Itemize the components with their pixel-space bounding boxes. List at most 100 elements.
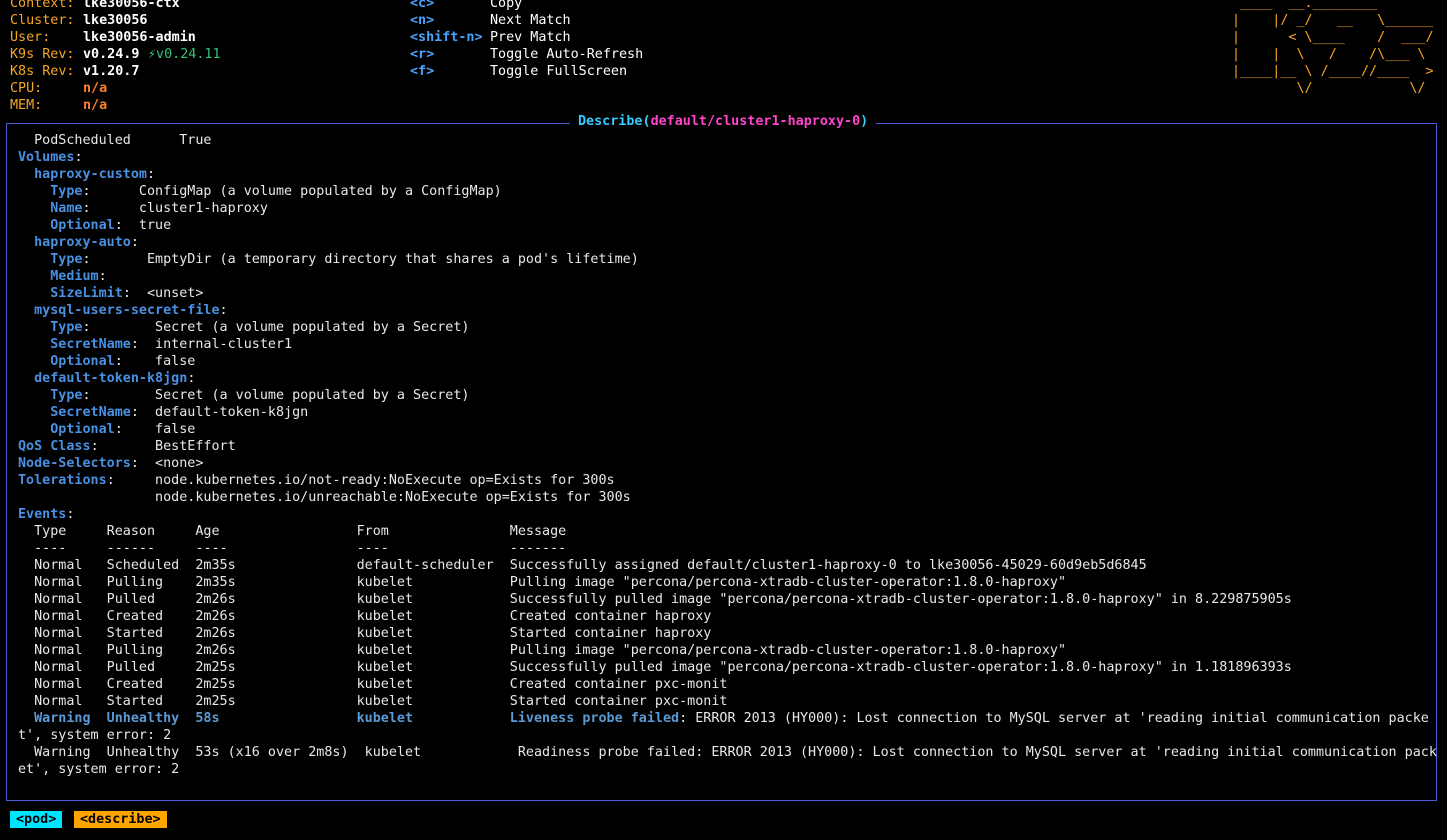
describe-text: : internal-cluster1 bbox=[130, 337, 293, 352]
describe-line: Volumes: bbox=[18, 149, 83, 166]
k9s-logo: ____ __.________ | |/ _/ __ \______ | < … bbox=[1232, 0, 1434, 96]
cluster-info-row: Context: lke30056-ctx bbox=[10, 0, 180, 12]
describe-text: : ERROR 2013 (HY000): Lost connection to… bbox=[679, 711, 1429, 726]
describe-text: : BestEffort bbox=[90, 439, 236, 454]
describe-text: Warning Unhealthy 53s (x16 over 2m8s) ku… bbox=[18, 745, 1437, 760]
cluster-info-row: Cluster: lke30056 bbox=[10, 12, 148, 29]
describe-line: Warning Unhealthy 53s (x16 over 2m8s) ku… bbox=[18, 744, 1437, 761]
cluster-info-row: K9s Rev: v0.24.9 ⚡v0.24.11 bbox=[10, 46, 221, 63]
cluster-info-label: Cluster: bbox=[10, 13, 75, 28]
update-available-badge: ⚡v0.24.11 bbox=[148, 47, 221, 62]
cluster-info-row: K8s Rev: v1.20.7 bbox=[10, 63, 139, 80]
hotkey-item[interactable]: <f> Toggle FullScreen bbox=[410, 63, 627, 80]
cluster-info-value: v1.20.7 bbox=[83, 64, 140, 79]
describe-line: Normal Created 2m26s kubelet Created con… bbox=[18, 608, 711, 625]
describe-text: Normal Scheduled 2m35s default-scheduler… bbox=[18, 558, 1147, 573]
describe-line: Type: Secret (a volume populated by a Se… bbox=[18, 387, 469, 404]
hotkey-item[interactable]: <n> Next Match bbox=[410, 12, 571, 29]
describe-key: default-token-k8jgn bbox=[18, 371, 188, 386]
cluster-info-row: MEM: n/a bbox=[10, 97, 107, 114]
describe-key: Optional bbox=[18, 354, 115, 369]
describe-text: : node.kubernetes.io/not-ready:NoExecute… bbox=[106, 473, 615, 488]
hotkey-key: <f> bbox=[410, 64, 435, 79]
cluster-info-value: n/a bbox=[83, 81, 108, 96]
cluster-info-label: CPU: bbox=[10, 81, 43, 96]
describe-line: SizeLimit: <unset> bbox=[18, 285, 203, 302]
describe-text: ---- ------ ---- ---- ------- bbox=[18, 541, 567, 556]
describe-line: Optional: false bbox=[18, 421, 195, 438]
describe-text: : <none> bbox=[130, 456, 204, 471]
describe-text: Normal Started 2m25s kubelet Started con… bbox=[18, 694, 728, 709]
cluster-info-value: n/a bbox=[83, 98, 108, 113]
describe-key: Volumes bbox=[18, 150, 75, 165]
cluster-info-value: v0.24.9 bbox=[83, 47, 140, 62]
cluster-info-label: Context: bbox=[10, 0, 75, 11]
describe-text: PodScheduled True bbox=[18, 133, 212, 148]
describe-line: Optional: true bbox=[18, 217, 171, 234]
describe-key: SecretName bbox=[18, 337, 131, 352]
cluster-info-value: lke30056-admin bbox=[83, 30, 196, 45]
describe-line: Type: ConfigMap (a volume populated by a… bbox=[18, 183, 502, 200]
describe-text: : false bbox=[114, 354, 196, 369]
describe-line: mysql-users-secret-file: bbox=[18, 302, 228, 319]
hotkey-description: Next Match bbox=[490, 13, 571, 28]
describe-text: : ConfigMap (a volume populated by a Con… bbox=[82, 184, 502, 199]
describe-key: Medium bbox=[18, 269, 99, 284]
breadcrumb-item[interactable]: <pod> bbox=[10, 811, 63, 828]
hotkey-description: Prev Match bbox=[490, 30, 571, 45]
describe-line: Normal Scheduled 2m35s default-scheduler… bbox=[18, 557, 1147, 574]
breadcrumb-item[interactable]: <describe> bbox=[74, 811, 167, 828]
describe-text: Normal Pulled 2m26s kubelet Successfully… bbox=[18, 592, 1292, 607]
cluster-info-label: MEM: bbox=[10, 98, 43, 113]
describe-line: Normal Pulling 2m26s kubelet Pulling ima… bbox=[18, 642, 1066, 659]
describe-key: Name bbox=[18, 201, 83, 216]
describe-text: Type Reason Age From Message bbox=[18, 524, 567, 539]
describe-line: Normal Pulled 2m25s kubelet Successfully… bbox=[18, 659, 1292, 676]
describe-text: Normal Created 2m26s kubelet Created con… bbox=[18, 609, 712, 624]
hotkey-item[interactable]: <r> Toggle Auto-Refresh bbox=[410, 46, 643, 63]
hotkey-item[interactable]: <shift-n> Prev Match bbox=[410, 29, 571, 46]
hotkey-item[interactable]: <c> Copy bbox=[410, 0, 522, 12]
hotkey-key: <c> bbox=[410, 0, 435, 11]
describe-text: Warning Unhealthy 58s kubelet Liveness p… bbox=[18, 711, 680, 726]
describe-key: SecretName bbox=[18, 405, 131, 420]
describe-text: : EmptyDir (a temporary directory that s… bbox=[82, 252, 639, 267]
hotkey-key: <shift-n> bbox=[410, 30, 483, 45]
describe-line: Normal Pulled 2m26s kubelet Successfully… bbox=[18, 591, 1292, 608]
describe-line: PodScheduled True bbox=[18, 132, 211, 149]
describe-text: : Secret (a volume populated by a Secret… bbox=[82, 320, 470, 335]
describe-text: : true bbox=[114, 218, 172, 233]
describe-line: Normal Started 2m25s kubelet Started con… bbox=[18, 693, 727, 710]
describe-text: node.kubernetes.io/unreachable:NoExecute… bbox=[18, 490, 631, 505]
describe-line: haproxy-auto: bbox=[18, 234, 139, 251]
describe-text: : default-token-k8jgn bbox=[130, 405, 309, 420]
describe-line: SecretName: default-token-k8jgn bbox=[18, 404, 308, 421]
describe-text: et', system error: 2 bbox=[18, 762, 180, 777]
describe-line: Optional: false bbox=[18, 353, 195, 370]
describe-text: t', system error: 2 bbox=[18, 728, 172, 743]
describe-text: : Secret (a volume populated by a Secret… bbox=[82, 388, 470, 403]
describe-line: Type: Secret (a volume populated by a Se… bbox=[18, 319, 469, 336]
cluster-info-label: User: bbox=[10, 30, 51, 45]
describe-title: Describe(default/cluster1-haproxy-0) bbox=[570, 113, 877, 130]
cluster-info-label: K9s Rev: bbox=[10, 47, 75, 62]
describe-line: Name: cluster1-haproxy bbox=[18, 200, 268, 217]
describe-text: Normal Started 2m26s kubelet Started con… bbox=[18, 626, 712, 641]
describe-text: : bbox=[74, 150, 83, 165]
describe-title-suffix: ) bbox=[860, 114, 869, 129]
describe-key: Tolerations bbox=[18, 473, 107, 488]
describe-line: Medium: bbox=[18, 268, 106, 285]
describe-key: Type bbox=[18, 388, 83, 403]
describe-line: Normal Started 2m26s kubelet Started con… bbox=[18, 625, 711, 642]
describe-line: t', system error: 2 bbox=[18, 727, 171, 744]
describe-key: Node-Selectors bbox=[18, 456, 131, 471]
cluster-info-label: K8s Rev: bbox=[10, 64, 75, 79]
describe-line: haproxy-custom: bbox=[18, 166, 155, 183]
describe-key: QoS Class bbox=[18, 439, 91, 454]
describe-key: Type bbox=[18, 184, 83, 199]
hotkey-description: Copy bbox=[490, 0, 523, 11]
describe-text: : false bbox=[114, 422, 196, 437]
describe-line: Type: EmptyDir (a temporary directory th… bbox=[18, 251, 639, 268]
describe-key: haproxy-auto bbox=[18, 235, 131, 250]
describe-line: et', system error: 2 bbox=[18, 761, 179, 778]
